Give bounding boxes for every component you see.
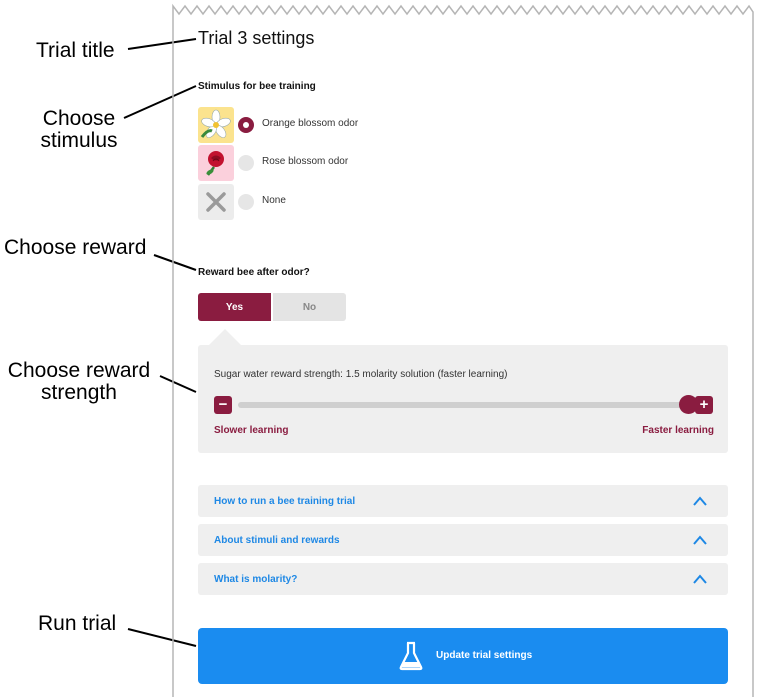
update-trial-settings-button[interactable]: Update trial settings xyxy=(198,628,728,684)
annotation-line: stimulus xyxy=(40,129,118,152)
reward-section-label: Reward bee after odor? xyxy=(198,267,310,278)
annotation-choose-reward: Choose reward xyxy=(4,236,147,259)
slider-max-label: Faster learning xyxy=(642,425,714,436)
x-icon xyxy=(198,184,234,220)
accordion-label: How to run a bee training trial xyxy=(214,496,356,507)
stimulus-option-label: None xyxy=(262,195,286,206)
annotation-line: Choose reward xyxy=(7,359,151,382)
increase-strength-button[interactable]: + xyxy=(695,396,713,414)
stimulus-section-label: Stimulus for bee training xyxy=(198,81,316,92)
accordion-about-stimuli[interactable]: About stimuli and rewards xyxy=(198,524,728,556)
decrease-strength-button[interactable]: − xyxy=(214,396,232,414)
chevron-up-icon xyxy=(693,496,707,506)
accordion-label: About stimuli and rewards xyxy=(214,535,340,546)
radio-button[interactable] xyxy=(238,117,254,133)
annotation-line: Choose xyxy=(42,107,116,130)
accordion-label: What is molarity? xyxy=(214,574,298,585)
stimulus-option-label: Orange blossom odor xyxy=(262,118,359,129)
annotation-choose-reward-strength: Choose reward strength xyxy=(2,360,156,404)
slider-min-label: Slower learning xyxy=(214,425,289,436)
radio-button[interactable] xyxy=(238,194,254,210)
stimulus-option-rose-blossom[interactable]: Rose blossom odor xyxy=(198,145,498,181)
annotation-choose-stimulus: Choose stimulus xyxy=(34,108,124,152)
stimulus-option-none[interactable]: None xyxy=(198,184,498,220)
strength-box-pointer xyxy=(209,329,241,345)
reward-no-button[interactable]: No xyxy=(273,293,346,321)
stimulus-option-orange-blossom[interactable]: Orange blossom odor xyxy=(198,107,498,143)
run-button-label: Update trial settings xyxy=(436,650,533,661)
reward-toggle: Yes No xyxy=(198,293,346,321)
annotation-run-trial: Run trial xyxy=(38,612,117,635)
stimulus-option-label: Rose blossom odor xyxy=(262,156,349,167)
trial-settings-panel: Trial 3 settings Stimulus for bee traini… xyxy=(172,0,754,697)
reward-yes-button[interactable]: Yes xyxy=(198,293,271,321)
reward-strength-text: Sugar water reward strength: 1.5 molarit… xyxy=(214,369,508,380)
annotation-line: strength xyxy=(41,381,117,404)
annotation-trial-title: Trial title xyxy=(36,39,115,62)
chevron-up-icon xyxy=(693,535,707,545)
rose-icon xyxy=(198,145,234,181)
strength-slider-track[interactable] xyxy=(238,402,690,408)
chevron-up-icon xyxy=(693,574,707,584)
accordion-how-to-run[interactable]: How to run a bee training trial xyxy=(198,485,728,517)
reward-strength-box: Sugar water reward strength: 1.5 molarit… xyxy=(198,345,728,453)
trial-title: Trial 3 settings xyxy=(198,28,315,48)
accordion-molarity[interactable]: What is molarity? xyxy=(198,563,728,595)
flask-icon xyxy=(399,641,423,671)
radio-button[interactable] xyxy=(238,155,254,171)
orange-blossom-icon xyxy=(198,107,234,143)
